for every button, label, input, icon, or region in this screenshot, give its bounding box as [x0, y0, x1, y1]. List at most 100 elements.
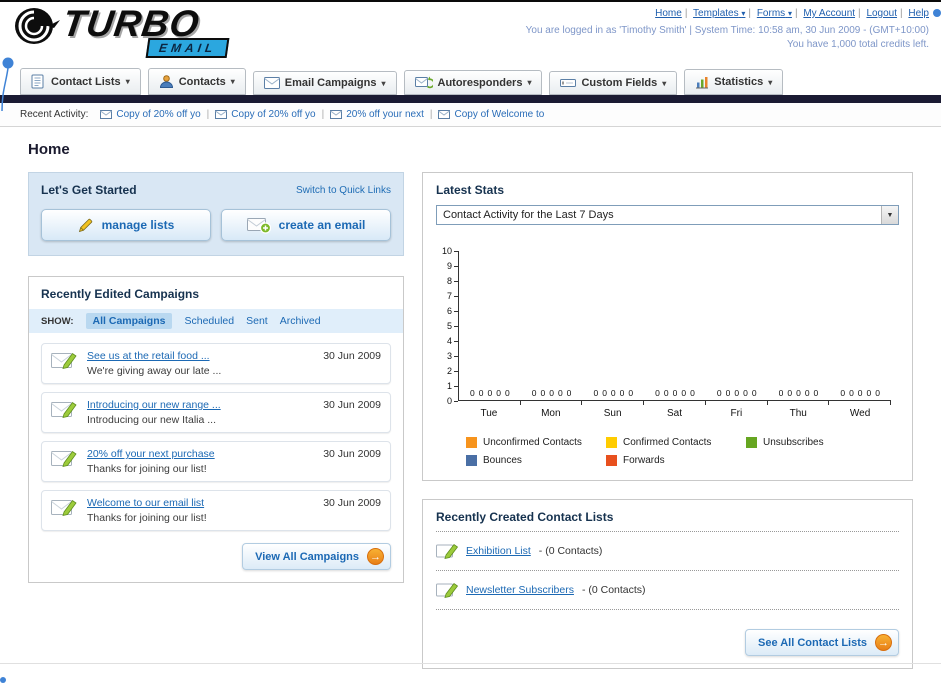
- y-axis-tick: 10: [436, 246, 458, 256]
- campaign-date: 30 Jun 2009: [323, 399, 381, 411]
- nav-forms[interactable]: Forms ▾: [757, 8, 792, 19]
- stats-period-select[interactable]: Contact Activity for the Last 7 Days ▼: [436, 205, 899, 225]
- recent-activity-item[interactable]: Copy of Welcome to: [438, 109, 544, 120]
- chart-day-group: 00000: [706, 388, 768, 405]
- tab-label: Email Campaigns: [284, 77, 377, 89]
- campaign-list-item[interactable]: 20% off your next purchase Thanks for jo…: [41, 441, 391, 482]
- arrow-right-icon: →: [875, 634, 892, 651]
- manage-lists-button[interactable]: manage lists: [41, 209, 211, 241]
- nav-my-account[interactable]: My Account: [803, 8, 855, 19]
- recent-activity-item[interactable]: Copy of 20% off yo: [100, 109, 201, 120]
- tab-custom-fields[interactable]: Custom Fields ▾: [549, 71, 678, 95]
- separator: |: [900, 8, 903, 19]
- separator: |: [684, 8, 688, 19]
- see-all-contact-lists-button[interactable]: See All Contact Lists →: [744, 629, 899, 656]
- campaign-text: Introducing our new range ... Introducin…: [87, 399, 313, 426]
- main-content: Home Let's Get Started Switch to Quick L…: [0, 127, 941, 669]
- logo-email: EMAIL: [145, 38, 230, 58]
- tab-contact-lists[interactable]: Contact Lists ▾: [20, 68, 141, 95]
- y-axis-tick: 5: [436, 321, 458, 331]
- pencil-icon: [78, 218, 92, 233]
- email-icon: [330, 110, 343, 119]
- separator: |: [858, 8, 861, 19]
- email-edit-icon: [51, 499, 77, 517]
- campaign-list: See us at the retail food ... We're givi…: [29, 333, 403, 531]
- tab-contacts[interactable]: Contacts ▾: [147, 68, 246, 95]
- header-right: Home | Templates ▾ | Forms ▾ | My Account | …: [526, 8, 929, 50]
- filter-sent[interactable]: Sent: [246, 315, 268, 327]
- tab-autoresponders[interactable]: Autoresponders ▾: [403, 70, 543, 95]
- tab-statistics[interactable]: Statistics ▾: [684, 69, 784, 95]
- contact-list-link[interactable]: Exhibition List: [466, 545, 531, 557]
- campaign-subtitle: Introducing our new Italia ...: [87, 414, 216, 426]
- campaign-title-link[interactable]: 20% off your next purchase: [87, 448, 313, 460]
- contact-list-item[interactable]: Newsletter Subscribers - (0 Contacts): [436, 578, 899, 602]
- y-axis-tick: 0: [436, 396, 458, 406]
- chart-day-group: 00000: [768, 388, 830, 405]
- contact-lists-panel-title: Recently Created Contact Lists: [436, 510, 614, 524]
- view-all-campaigns-label: View All Campaigns: [255, 550, 359, 563]
- campaign-list-item[interactable]: Introducing our new range ... Introducin…: [41, 392, 391, 433]
- recent-activity-item[interactable]: 20% off your next: [330, 109, 424, 120]
- contacts-icon: [159, 75, 173, 88]
- separator: |: [748, 8, 752, 19]
- stats-panel-title: Latest Stats: [436, 183, 505, 197]
- annotation-dot: [0, 677, 6, 683]
- y-axis-tick: 1: [436, 381, 458, 391]
- annotation-marker: [1, 57, 14, 112]
- chevron-down-icon: ▾: [230, 77, 235, 86]
- campaign-date: 30 Jun 2009: [323, 497, 381, 509]
- filter-all-campaigns[interactable]: All Campaigns: [85, 313, 173, 329]
- manage-lists-label: manage lists: [101, 218, 175, 232]
- campaign-title-link[interactable]: See us at the retail food ...: [87, 350, 313, 362]
- logo-turbo: TURBO: [60, 3, 203, 44]
- chart-day-group: 00000: [521, 388, 583, 405]
- separator: |: [321, 109, 325, 120]
- x-axis-label: Sat: [667, 408, 683, 419]
- tab-email-campaigns[interactable]: Email Campaigns ▾: [252, 71, 397, 95]
- separator: |: [206, 109, 210, 120]
- campaign-title-link[interactable]: Welcome to our email list: [87, 497, 313, 509]
- email-icon: [100, 110, 113, 119]
- email-plus-icon: [246, 217, 271, 234]
- create-email-button[interactable]: create an email: [221, 209, 391, 241]
- contact-list-link[interactable]: Newsletter Subscribers: [466, 584, 574, 596]
- turbo-email-logo[interactable]: TURBO EMAIL: [14, 3, 230, 58]
- x-axis-label: Fri: [730, 408, 743, 419]
- recent-activity-link: Copy of Welcome to: [454, 109, 545, 120]
- tab-label: Custom Fields: [581, 77, 658, 89]
- top-nav: Home | Templates ▾ | Forms ▾ | My Account | …: [526, 8, 929, 19]
- separator: |: [794, 8, 798, 19]
- view-all-campaigns-button[interactable]: View All Campaigns →: [242, 543, 391, 570]
- contact-list-item[interactable]: Exhibition List - (0 Contacts): [436, 539, 899, 563]
- campaign-title-link[interactable]: Introducing our new range ...: [87, 399, 313, 411]
- email-edit-icon: [51, 401, 77, 419]
- y-axis-tick: 4: [436, 336, 458, 346]
- latest-stats-panel: Latest Stats Contact Activity for the La…: [422, 172, 913, 481]
- nav-home[interactable]: Home: [655, 8, 682, 19]
- filter-scheduled[interactable]: Scheduled: [184, 315, 234, 327]
- custom-fields-icon: [560, 79, 577, 87]
- campaign-list-item[interactable]: Welcome to our email list Thanks for joi…: [41, 490, 391, 531]
- autoresponders-icon: [414, 76, 433, 89]
- legend-swatch: [746, 437, 757, 448]
- chart-day-group: 00000: [459, 388, 521, 405]
- legend-item: Forwards: [606, 455, 746, 466]
- email-edit-icon: [51, 450, 77, 468]
- legend-item: Unsubscribes: [746, 437, 886, 448]
- switch-quick-links-link[interactable]: Switch to Quick Links: [296, 185, 391, 196]
- nav-templates[interactable]: Templates ▾: [693, 8, 745, 19]
- divider: [436, 570, 899, 571]
- filter-archived[interactable]: Archived: [280, 315, 321, 327]
- statistics-icon: [696, 77, 709, 89]
- divider: [436, 609, 899, 610]
- email-icon: [438, 110, 451, 119]
- nav-logout[interactable]: Logout: [866, 8, 897, 19]
- recent-activity-item[interactable]: Copy of 20% off yo: [215, 109, 316, 120]
- show-label: SHOW:: [41, 315, 74, 327]
- nav-help[interactable]: Help: [908, 8, 929, 19]
- campaign-list-item[interactable]: See us at the retail food ... We're givi…: [41, 343, 391, 384]
- login-info: You are logged in as 'Timothy Smith' | S…: [525, 25, 929, 36]
- legend-item: Bounces: [466, 455, 606, 466]
- logo-text: TURBO EMAIL: [60, 3, 230, 58]
